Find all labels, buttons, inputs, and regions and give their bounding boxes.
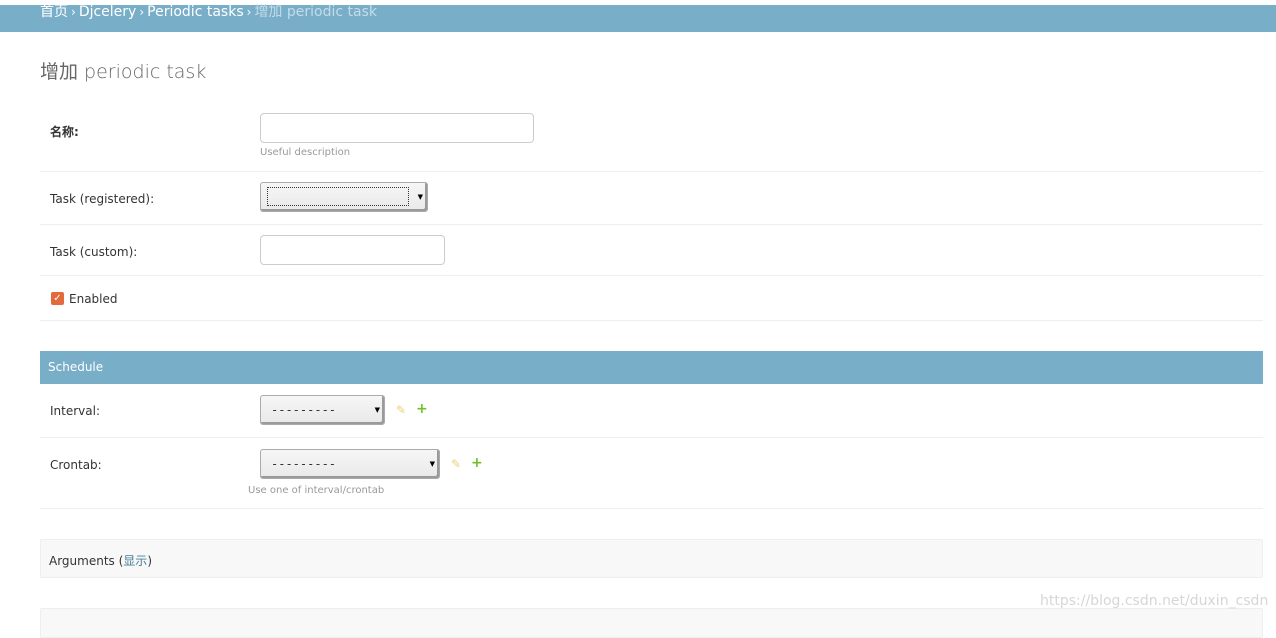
- breadcrumb-separator: ›: [246, 5, 252, 19]
- breadcrumb-separator: ›: [139, 5, 145, 19]
- name-input[interactable]: [260, 113, 534, 143]
- enabled-checkbox[interactable]: ✓: [51, 292, 64, 305]
- task-custom-label: Task (custom):: [50, 245, 138, 259]
- task-registered-label: Task (registered):: [50, 192, 155, 206]
- form-row-name: 名称: Useful description: [40, 103, 1263, 172]
- crontab-help-text: Use one of interval/crontab: [248, 485, 385, 496]
- watermark: https://blog.csdn.net/duxin_csdn: [1040, 593, 1269, 609]
- arguments-fieldset: Arguments (显示): [40, 539, 1263, 578]
- arguments-title: Arguments: [49, 554, 115, 568]
- task-registered-select[interactable]: ▼: [260, 182, 428, 212]
- form-row-task-custom: Task (custom):: [40, 225, 1263, 276]
- interval-label: Interval:: [50, 404, 100, 418]
- task-custom-input[interactable]: [260, 235, 445, 265]
- breadcrumb-app-link[interactable]: Djcelery: [79, 4, 137, 20]
- crontab-selected: ---------: [271, 457, 337, 471]
- plus-icon[interactable]: +: [471, 455, 483, 471]
- select-focus-ring: [267, 187, 409, 206]
- arguments-heading: Arguments (显示): [49, 554, 152, 568]
- breadcrumb-model-link[interactable]: Periodic tasks: [147, 4, 243, 20]
- plus-icon[interactable]: +: [416, 401, 428, 417]
- checkmark-icon: ✓: [53, 293, 62, 304]
- next-fieldset: [40, 608, 1263, 638]
- breadcrumb: 首页 › Djcelery › Periodic tasks › 增加 periodic t…: [0, 5, 1276, 32]
- form-row-enabled: ✓ Enabled: [40, 276, 1263, 321]
- arguments-show-link[interactable]: 显示: [123, 554, 147, 568]
- enabled-label: Enabled: [69, 292, 118, 306]
- page-title: 增加 periodic task: [40, 61, 207, 83]
- chevron-down-icon: ▼: [417, 193, 423, 201]
- pencil-icon[interactable]: ✎: [451, 457, 461, 471]
- interval-select[interactable]: --------- ▼: [260, 395, 385, 425]
- name-help-text: Useful description: [260, 147, 351, 158]
- form-row-interval: Interval: --------- ▼ ✎ +: [40, 384, 1263, 438]
- chevron-down-icon: ▼: [429, 460, 435, 468]
- form-row-crontab: Crontab: --------- ▼ ✎ + Use one of inte…: [40, 438, 1263, 509]
- form-row-task-registered: Task (registered): ▼: [40, 172, 1263, 225]
- name-label: 名称:: [50, 125, 79, 139]
- schedule-fieldset-header: Schedule: [40, 351, 1263, 384]
- chevron-down-icon: ▼: [374, 406, 380, 414]
- breadcrumb-separator: ›: [71, 5, 76, 19]
- pencil-icon[interactable]: ✎: [396, 403, 406, 417]
- interval-selected: ---------: [271, 403, 337, 417]
- breadcrumb-current: 增加 periodic task: [254, 4, 377, 20]
- crontab-select[interactable]: --------- ▼: [260, 449, 440, 479]
- crontab-label: Crontab:: [50, 458, 102, 472]
- breadcrumb-home-link[interactable]: 首页: [40, 4, 68, 20]
